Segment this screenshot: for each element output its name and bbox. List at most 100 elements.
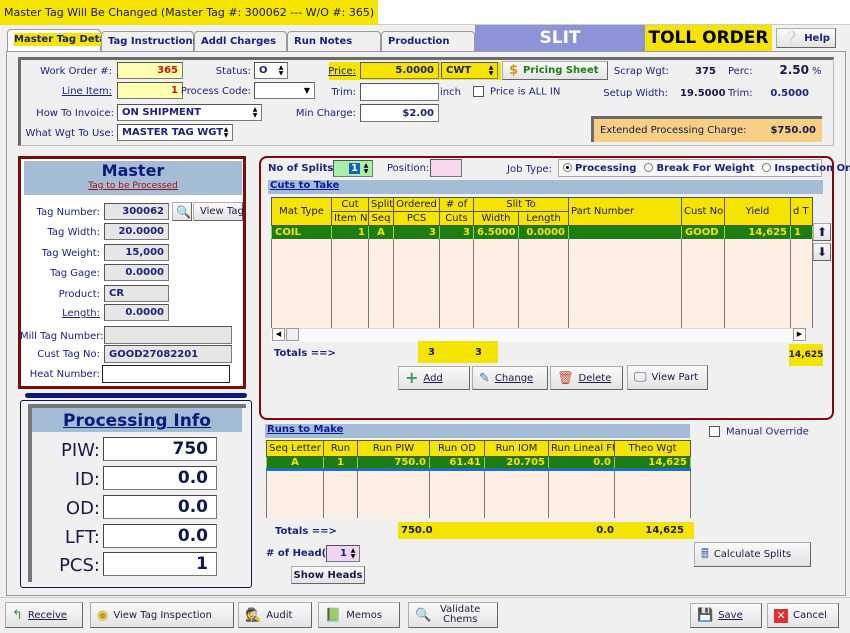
receive-button[interactable]: ↰ Receive	[5, 602, 83, 628]
tab-tag-instructions[interactable]: Tag Instructions	[101, 31, 199, 51]
pricing-sheet-button[interactable]: $ Pricing Sheet	[502, 61, 608, 80]
spinner-icon[interactable]: ▲ ▼	[487, 64, 495, 77]
tab-master-tag-details[interactable]: Master Tag Details	[7, 29, 119, 52]
cell-lineal-ft[interactable]: 0.0	[548, 456, 615, 470]
cell-yield[interactable]: 14,625	[724, 225, 791, 239]
lft-field[interactable]: 0.0	[103, 524, 217, 548]
cell-ordered-pcs[interactable]: 3	[393, 225, 440, 239]
pcs-field[interactable]: 1	[103, 552, 217, 576]
cell-seq[interactable]: A	[266, 456, 324, 470]
tab-addl-charges[interactable]: Addl Charges	[194, 31, 287, 51]
col-run-lineal-ft[interactable]: Run Lineal Ft	[548, 440, 615, 457]
spinner-icon[interactable]: ▲ ▼	[362, 162, 370, 175]
col-width[interactable]: Width	[473, 211, 519, 226]
spinner-icon[interactable]: ▲ ▼	[251, 106, 259, 119]
cell-num-cuts[interactable]: 3	[439, 225, 474, 239]
audit-button[interactable]: 🕵 Audit	[238, 602, 312, 628]
col-num-of[interactable]: # of	[439, 197, 474, 212]
col-seq[interactable]: Seq	[368, 211, 394, 226]
scroll-right-icon[interactable]: ▶	[793, 328, 806, 341]
col-cuts[interactable]: Cuts	[439, 211, 474, 226]
manual-override-checkbox[interactable]: Manual Override	[709, 426, 809, 438]
table-row[interactable]: A 1 750.0 61.41 20.705 0.0 14,625	[266, 456, 691, 470]
view-part-button[interactable]: 🖵 View Part	[627, 365, 708, 390]
col-item-n[interactable]: Item N	[331, 211, 369, 226]
radio-processing[interactable]: Processing	[563, 163, 636, 174]
col-run-iom[interactable]: Run IOM	[484, 440, 549, 457]
col-dt[interactable]: d T	[790, 197, 813, 226]
move-up-button[interactable]: ⬆	[813, 223, 831, 241]
cell-theo-wgt[interactable]: 14,625	[614, 456, 691, 470]
cell-cust-no[interactable]: GOOD	[681, 225, 725, 239]
col-seq-letter[interactable]: Seq Letter	[266, 440, 324, 457]
checkbox-icon[interactable]	[473, 86, 484, 97]
id-field[interactable]: 0.0	[103, 466, 217, 490]
work-order-field[interactable]: 365	[117, 62, 183, 79]
cell-run[interactable]: 1	[323, 456, 358, 470]
mill-tag-field[interactable]	[104, 326, 232, 344]
radio-icon[interactable]	[644, 163, 654, 172]
heat-number-field[interactable]	[102, 365, 230, 383]
col-run-piw[interactable]: Run PIW	[357, 440, 430, 457]
spinner-icon[interactable]: ▲ ▼	[277, 64, 285, 77]
cell-dt[interactable]: 1	[790, 225, 813, 239]
horizontal-scrollbar[interactable]	[271, 328, 806, 342]
view-tag-inspection-button[interactable]: ◉ View Tag Inspection	[90, 602, 234, 628]
status-field[interactable]: O ▲ ▼	[254, 62, 288, 79]
min-charge-field[interactable]: $2.00	[360, 104, 439, 122]
save-button[interactable]: 💾 Save	[690, 603, 762, 628]
radio-break-for-weight[interactable]: Break For Weight	[644, 163, 754, 174]
col-pcs[interactable]: PCS	[393, 211, 440, 226]
checkbox-icon[interactable]	[709, 426, 720, 437]
memos-button[interactable]: 📗 Memos	[318, 602, 400, 628]
cell-piw[interactable]: 750.0	[357, 456, 430, 470]
view-tag-button[interactable]: View Tag	[193, 202, 244, 221]
add-button[interactable]: + Add	[398, 366, 470, 390]
tag-weight-field[interactable]: 15,000	[104, 244, 169, 261]
chevron-down-icon[interactable]: ▼	[302, 86, 312, 94]
scroll-thumb[interactable]	[286, 328, 299, 341]
col-yield[interactable]: Yield	[724, 197, 791, 226]
col-length[interactable]: Length	[518, 211, 569, 226]
col-run[interactable]: Run	[323, 440, 358, 457]
tab-production[interactable]: Production	[381, 31, 475, 51]
tab-run-notes[interactable]: Run Notes	[287, 31, 381, 51]
tag-width-field[interactable]: 20.0000	[104, 223, 169, 240]
spinner-icon[interactable]: ▲ ▼	[349, 547, 357, 560]
help-button[interactable]: ❔ Help	[776, 28, 836, 48]
col-slit-to[interactable]: Slit To	[473, 197, 569, 212]
table-row[interactable]: COIL 1 A 3 3 6.5000 0.0000 GOOD 14,625 1	[271, 225, 813, 239]
tag-number-field[interactable]: 300062	[104, 203, 169, 220]
spinner-icon[interactable]: ▲ ▼	[222, 126, 230, 139]
od-field[interactable]: 0.0	[103, 495, 217, 519]
cell-od[interactable]: 61.41	[429, 456, 485, 470]
radio-inspection-only[interactable]: Inspection Only	[762, 163, 850, 174]
cell-width[interactable]: 6.5000	[473, 225, 519, 239]
show-heads-button[interactable]: Show Heads	[291, 566, 365, 584]
no-splits-field[interactable]: 1 ▲ ▼	[333, 160, 373, 177]
price-all-in-checkbox[interactable]: Price is ALL IN	[473, 86, 560, 98]
product-field[interactable]: CR	[104, 285, 169, 302]
cancel-button[interactable]: ✕ Cancel	[767, 603, 839, 628]
what-wgt-field[interactable]: MASTER TAG WGT ▲ ▼	[117, 124, 233, 141]
validate-chems-button[interactable]: 🔍 Validate Chems	[408, 602, 498, 628]
change-button[interactable]: ✎ Change	[472, 366, 548, 390]
radio-icon[interactable]	[563, 163, 572, 172]
scroll-left-icon[interactable]: ◀	[272, 328, 285, 341]
col-run-od[interactable]: Run OD	[429, 440, 485, 457]
radio-icon[interactable]	[762, 163, 772, 172]
col-split[interactable]: Split	[368, 197, 394, 212]
piw-field[interactable]: 750	[103, 437, 217, 461]
position-field[interactable]	[430, 159, 462, 177]
cell-mat-type[interactable]: COIL	[271, 225, 332, 239]
search-tag-button[interactable]: 🔍	[172, 202, 192, 221]
how-to-invoice-field[interactable]: ON SHIPMENT ▲ ▼	[117, 104, 262, 121]
col-cust-no[interactable]: Cust No	[681, 197, 725, 226]
delete-button[interactable]: 🗑 Delete	[550, 366, 623, 390]
heads-field[interactable]: 1 ▲ ▼	[326, 545, 360, 562]
col-part-number[interactable]: Part Number	[568, 197, 682, 226]
process-code-select[interactable]: ▼	[254, 82, 315, 99]
cell-split-seq[interactable]: A	[368, 225, 394, 239]
move-down-button[interactable]: ⬇	[813, 243, 831, 261]
col-ordered[interactable]: Ordered	[393, 197, 440, 212]
